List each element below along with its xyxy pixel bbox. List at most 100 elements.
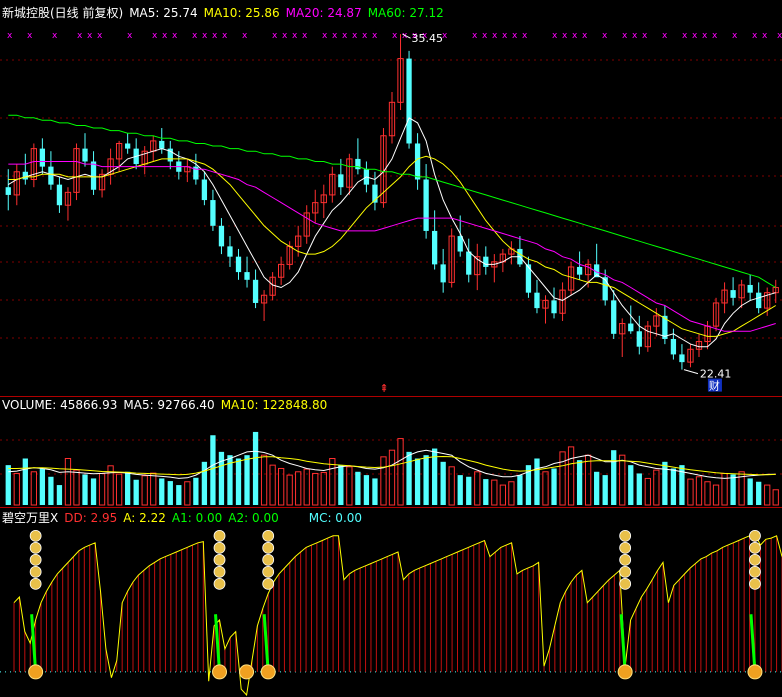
top-x-marker: x (682, 31, 688, 41)
volume-bar-up (448, 466, 455, 506)
top-x-marker: x (27, 31, 33, 41)
coin-icon (619, 565, 632, 578)
ma-line-ma10 (8, 155, 776, 337)
stock-chart-window: xxxxxxxxxxxxxxxxxxxxxxxxxxxxxxxxxxxxxxxx… (0, 0, 782, 697)
coin-icon (213, 553, 226, 566)
volume-bar-up (150, 472, 157, 506)
top-x-marker: x (87, 31, 93, 41)
candle-body-down (56, 184, 63, 206)
volume-bar-up (653, 469, 660, 506)
signal-base-icon (212, 664, 228, 680)
signal-base-icon (747, 664, 763, 680)
volume-bar-down (628, 465, 634, 505)
coin-icon (262, 553, 275, 566)
candle-body-down (628, 323, 634, 332)
coin-icon (619, 553, 632, 566)
volume-ma10-readout: MA10: 122848.80 (220, 398, 328, 412)
volume-bar-up (312, 472, 319, 506)
top-x-marker: x (372, 31, 378, 41)
candle-body-down (218, 225, 225, 247)
volume-bar-down (611, 450, 617, 505)
top-x-marker: x (282, 31, 288, 41)
volume-bar-down (602, 475, 608, 505)
volume-bar-down (670, 468, 677, 505)
candle-body-down (431, 230, 438, 265)
volume-bar-down (576, 460, 583, 505)
volume-readout: VOLUME: 45866.93 (2, 398, 118, 412)
ma-line-ma5 (8, 117, 776, 348)
signal-green-stem (749, 614, 757, 673)
top-x-marker: x (7, 31, 13, 41)
coin-icon (619, 541, 632, 554)
volume-bar-down (5, 465, 11, 505)
top-x-marker: x (522, 31, 528, 41)
top-x-marker: x (97, 31, 103, 41)
volume-bar-up (584, 454, 592, 506)
coin-icon (29, 577, 42, 590)
signal-base-icon (28, 664, 44, 680)
coin-icon (262, 529, 275, 542)
top-x-marker: x (52, 31, 58, 41)
top-x-marker: x (602, 31, 608, 41)
volume-bar-up (269, 464, 276, 506)
candle-body-down (244, 272, 250, 280)
top-x-marker: x (732, 31, 738, 41)
candle-body-down (5, 187, 11, 195)
top-x-marker: x (322, 31, 328, 41)
top-x-marker: x (662, 31, 668, 41)
candle-body-down (406, 58, 412, 144)
candle-body-down (466, 251, 472, 275)
volume-bar-down (167, 481, 173, 505)
top-x-marker: x (712, 31, 718, 41)
volume-bar-up (491, 479, 498, 506)
top-x-marker: x (552, 31, 558, 41)
volume-bar-up (559, 451, 566, 506)
indicator-header: 碧空万里X DD: 2.95 A: 2.22 A1: 0.00 A2: 0.00 MC: … (2, 509, 368, 526)
volume-bar-down (730, 474, 736, 505)
volume-ma5-readout: MA5: 92766.40 (123, 398, 215, 412)
volume-bar-down (747, 478, 753, 505)
volume-bar-up (30, 471, 37, 506)
coin-icon (29, 529, 42, 542)
volume-bar-up (320, 471, 327, 506)
coin-icon (213, 577, 226, 590)
top-x-marker: x (752, 31, 758, 41)
a-readout: A: 2.22 (123, 511, 166, 525)
volume-bar-down (756, 481, 762, 505)
volume-bar-down (457, 475, 463, 505)
ma-line-ma20 (8, 161, 776, 332)
volume-bar-down (56, 485, 63, 505)
top-x-marker: x (492, 31, 498, 41)
volume-bar-down (662, 461, 668, 505)
volume-bar-up (260, 454, 268, 506)
coin-icon (749, 541, 761, 554)
candle-body-down (125, 143, 131, 149)
top-x-marker: x (242, 31, 248, 41)
top-x-marker: x (127, 31, 133, 41)
volume-bar-up (64, 458, 72, 506)
volume-bar-up (13, 472, 20, 506)
top-x-marker: x (222, 31, 228, 41)
candle-body-down (338, 174, 344, 188)
candle-body-down (730, 290, 736, 298)
candle-body-down (534, 292, 540, 309)
top-x-marker: x (192, 31, 198, 41)
volume-bar-down (551, 468, 557, 505)
volume-bar-up (508, 481, 515, 506)
volume-bar-down (466, 476, 472, 505)
chart-canvas: xxxxxxxxxxxxxxxxxxxxxxxxxxxxxxxxxxxxxxxx… (0, 31, 782, 697)
signal-base-icon (617, 664, 633, 680)
candle-body-down (48, 166, 54, 185)
top-x-marker: x (562, 31, 568, 41)
high-price-label: 35.45 (412, 32, 444, 45)
coin-icon (749, 529, 761, 542)
top-x-marker: x (622, 31, 628, 41)
candle-body-down (756, 292, 762, 309)
candle-body-down (679, 354, 685, 363)
volume-bar-down (483, 479, 489, 505)
top-x-marker: x (762, 31, 768, 41)
volume-bar-down (193, 477, 199, 505)
ma10-readout: MA10: 25.86 (203, 6, 280, 20)
top-x-marker: x (702, 31, 708, 41)
candle-body-down (602, 277, 608, 301)
